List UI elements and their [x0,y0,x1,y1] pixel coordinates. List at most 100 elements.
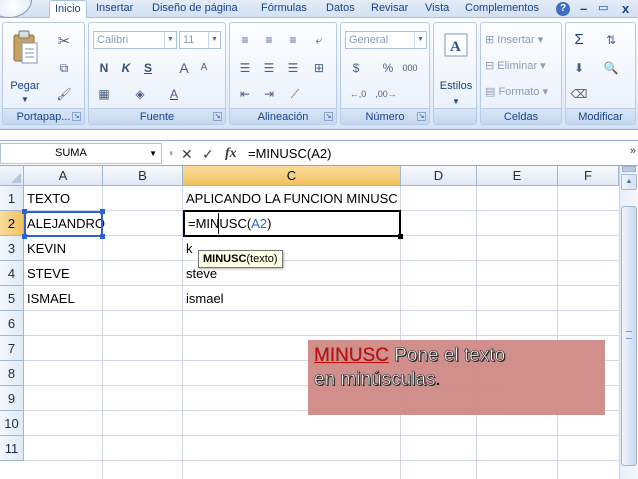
decrease-indent-icon[interactable]: ⇤ [234,85,256,103]
row-header-5[interactable]: 5 [0,286,24,311]
row-header-1[interactable]: 1 [0,186,24,211]
row-header-9[interactable]: 9 [0,386,24,411]
reference-handle[interactable] [22,234,27,239]
thousands-button[interactable]: 000 [399,59,421,77]
font-color-icon[interactable]: A [163,85,185,103]
enter-formula-icon[interactable]: ✓ [202,144,214,164]
column-header-f[interactable]: F [558,166,619,186]
align-bottom-icon[interactable]: ≡ [282,31,304,49]
cell-a4[interactable]: STEVE [24,261,70,286]
minimize-icon[interactable]: – [580,0,587,18]
tab-insertar[interactable]: Insertar [91,0,138,18]
alineacion-launcher-icon[interactable]: ↘ [324,112,333,121]
cell-c5[interactable]: ismael [183,286,224,311]
autosum-button[interactable]: Σ [568,31,590,49]
column-header-d[interactable]: D [401,166,477,186]
column-header-a[interactable]: A [24,166,103,186]
paste-icon[interactable] [11,29,39,65]
row-header-3[interactable]: 3 [0,236,24,261]
tab-diseno-pagina[interactable]: Diseño de página [147,0,243,18]
fill-icon[interactable]: ⬇ [568,59,590,77]
currency-button[interactable]: $ [345,59,367,77]
row-header-11[interactable]: 11 [0,436,24,461]
number-format-select[interactable]: General ▼ [345,31,427,49]
restore-icon[interactable]: ▭ [598,0,608,18]
align-top-icon[interactable]: ≡ [234,31,256,49]
row-header-6[interactable]: 6 [0,311,24,336]
italic-button[interactable]: K [115,59,137,77]
active-cell-c2[interactable]: =MINUSC(A2) [183,210,401,237]
styles-label[interactable]: Estilos [434,79,478,93]
bold-button[interactable]: N [93,59,115,77]
cell-a1[interactable]: TEXTO [24,186,70,211]
cut-icon[interactable]: ✂ [53,33,75,51]
sort-filter-icon[interactable]: ⇅ [600,31,622,49]
tab-datos[interactable]: Datos [321,0,360,18]
cell-c3[interactable]: k [183,236,193,261]
insert-function-icon[interactable]: fx [225,144,237,164]
cancel-formula-icon[interactable]: ✕ [181,144,193,164]
cell-c1[interactable]: APLICANDO LA FUNCION MINUSC [183,186,398,211]
row-header-7[interactable]: 7 [0,336,24,361]
styles-icon[interactable]: A [444,33,468,57]
cell-a2[interactable]: ALEJANDRO [24,211,105,236]
reference-handle[interactable] [100,234,105,239]
align-center-icon[interactable]: ☰ [258,59,280,77]
copy-icon[interactable]: ⧉ [53,59,75,77]
format-cells-button[interactable]: ▤ Formato ▾ [485,83,548,101]
tab-formulas[interactable]: Fórmulas [256,0,312,18]
office-button[interactable] [0,0,32,18]
split-box[interactable] [622,166,636,172]
paste-dropdown-icon[interactable]: ▼ [17,93,33,107]
font-size-select[interactable]: 11 ▼ [179,31,221,49]
tab-revisar[interactable]: Revisar [366,0,413,18]
styles-dropdown-icon[interactable]: ▼ [448,95,464,109]
underline-button[interactable]: S [137,59,159,77]
cell-c2-edit[interactable]: =MINUSC(A2) [185,211,271,236]
delete-cells-button[interactable]: ⊟ Eliminar ▾ [485,57,546,75]
reference-handle[interactable] [22,209,27,214]
find-select-icon[interactable]: 🔍 [600,59,622,77]
formula-input[interactable]: =MINUSC(A2) [248,144,331,164]
fill-handle[interactable] [398,234,403,239]
grow-font-button[interactable]: A [173,59,195,77]
row-header-2[interactable]: 2 [0,211,24,236]
clear-icon[interactable]: ⌫ [568,85,590,103]
function-tooltip[interactable]: MINUSC(texto) [198,250,283,268]
name-box-dropdown-icon[interactable]: ▼ [149,144,157,163]
reference-handle[interactable] [100,209,105,214]
name-box[interactable]: SUMA ▼ [0,143,162,164]
format-painter-icon[interactable]: 🖌 [53,85,75,103]
align-middle-icon[interactable]: ≡ [258,31,280,49]
column-header-e[interactable]: E [477,166,558,186]
borders-icon[interactable]: ▦ [93,85,115,103]
merge-center-icon[interactable]: ⊞ [308,59,330,77]
help-icon[interactable]: ? [556,2,570,16]
scroll-up-icon[interactable]: ▲ [621,174,637,190]
cell-a3[interactable]: KEVIN [24,236,66,261]
row-header-4[interactable]: 4 [0,261,24,286]
percent-button[interactable]: % [377,59,399,77]
font-size-dropdown-icon[interactable]: ▼ [208,32,220,48]
column-header-b[interactable]: B [103,166,183,186]
tab-complementos[interactable]: Complementos [460,0,544,18]
increase-indent-icon[interactable]: ⇥ [258,85,280,103]
row-header-8[interactable]: 8 [0,361,24,386]
select-all-corner[interactable] [0,166,24,186]
decrease-decimal-icon[interactable]: ,00→ [375,85,397,103]
vertical-scrollbar[interactable]: ▲ [619,166,638,479]
wrap-text-icon[interactable]: ⤶ [308,31,330,49]
font-name-dropdown-icon[interactable]: ▼ [164,32,176,48]
number-format-dropdown-icon[interactable]: ▼ [414,32,426,48]
cell-a5[interactable]: ISMAEL [24,286,75,311]
column-header-c[interactable]: C [183,166,401,186]
increase-decimal-icon[interactable]: ←,0 [347,85,369,103]
tab-vista[interactable]: Vista [420,0,454,18]
numero-launcher-icon[interactable]: ↘ [417,112,426,121]
scrollbar-thumb[interactable] [621,206,637,466]
row-header-10[interactable]: 10 [0,411,24,436]
close-icon[interactable]: x [622,0,629,18]
fuente-launcher-icon[interactable]: ↘ [213,112,222,121]
font-name-select[interactable]: Calibri ▼ [93,31,177,49]
tab-inicio[interactable]: Inicio [49,0,87,19]
